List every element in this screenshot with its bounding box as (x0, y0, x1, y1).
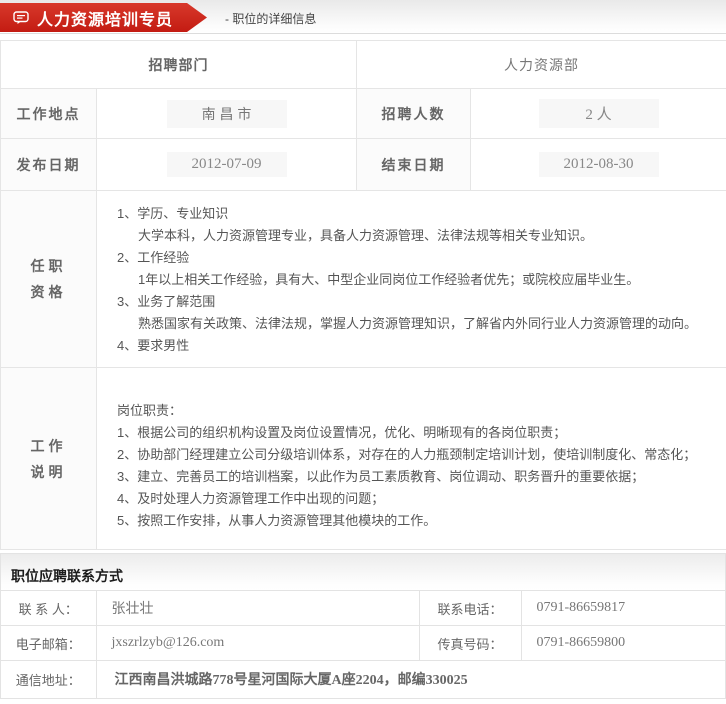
contact-phone-value: 0791-86659817 (521, 591, 725, 626)
description-line: 岗位职责： (117, 400, 716, 422)
speech-bubble-icon (13, 11, 29, 25)
table-row-department: 招聘部门 人力资源部 (1, 41, 726, 89)
contact-section: 职位应聘联系方式 联 系 人： 张壮壮 联系电话： 0791-86659817 … (0, 553, 726, 699)
contact-table: 联 系 人： 张壮壮 联系电话： 0791-86659817 电子邮箱： jxs… (1, 590, 725, 698)
qualifications-content: 1、学历、专业知识 大学本科，人力资源管理专业，具备人力资源管理、法律法规等相关… (97, 191, 726, 368)
qualification-line: 1、学历、专业知识 (117, 203, 716, 225)
location-label: 工作地点 (1, 89, 97, 139)
table-row-qualifications: 任职资格 1、学历、专业知识 大学本科，人力资源管理专业，具备人力资源管理、法律… (1, 191, 726, 368)
headcount-value: 2 人 (471, 89, 726, 139)
description-line: 1、根据公司的组织机构设置及岗位设置情况，优化、明晰现有的各岗位职责； (117, 422, 716, 444)
description-line: 4、及时处理人力资源管理工作中出现的问题； (117, 488, 716, 510)
contact-email-value: jxszrlzyb@126.com (96, 626, 419, 661)
job-title-banner: 人力资源培训专员 (0, 3, 207, 32)
table-row-description: 工作说明 岗位职责： 1、根据公司的组织机构设置及岗位设置情况，优化、明晰现有的… (1, 368, 726, 550)
contact-address-value: 江西南昌洪城路778号星河国际大厦A座2204，邮编330025 (96, 661, 725, 698)
contact-row-email-fax: 电子邮箱： jxszrlzyb@126.com 传真号码： 0791-86659… (1, 626, 725, 661)
qualification-line: 熟悉国家有关政策、法律法规，掌握人力资源管理知识，了解省内外同行业人力资源管理的… (138, 313, 716, 335)
table-row-dates: 发布日期 2012-07-09 结束日期 2012-08-30 (1, 139, 726, 191)
description-line: 2、协助部门经理建立公司分级培训体系，对存在的人力瓶颈制定培训计划，使培训制度化… (117, 444, 716, 466)
publish-date-value: 2012-07-09 (97, 139, 357, 191)
contact-email-label: 电子邮箱： (1, 626, 96, 661)
contact-fax-value: 0791-86659800 (521, 626, 725, 661)
description-label: 工作说明 (1, 368, 97, 550)
contact-phone-label: 联系电话： (419, 591, 521, 626)
qualification-line: 大学本科，人力资源管理专业，具备人力资源管理、法律法规等相关专业知识。 (138, 225, 716, 247)
description-content: 岗位职责： 1、根据公司的组织机构设置及岗位设置情况，优化、明晰现有的各岗位职责… (97, 368, 726, 550)
description-line: 5、按照工作安排，从事人力资源管理其他模块的工作。 (117, 510, 716, 532)
qualifications-label: 任职资格 (1, 191, 97, 368)
contact-address-label: 通信地址： (1, 661, 96, 698)
job-detail-page: 人力资源培训专员 - 职位的详细信息 招聘部门 人力资源部 工作地点 南 昌 市… (0, 0, 726, 704)
page-title: 人力资源培训专员 (37, 6, 173, 30)
contact-section-title: 职位应聘联系方式 (1, 554, 725, 590)
qualification-line: 1年以上相关工作经验，具有大、中型企业同岗位工作经验者优先；或院校应届毕业生。 (138, 269, 716, 291)
contact-person-value: 张壮壮 (96, 591, 419, 626)
location-value: 南 昌 市 (97, 89, 357, 139)
qualification-line: 3、业务了解范围 (117, 291, 716, 313)
job-info-table: 招聘部门 人力资源部 工作地点 南 昌 市 招聘人数 2 人 发布日期 2012… (0, 40, 726, 550)
department-value: 人力资源部 (357, 41, 726, 89)
contact-person-label: 联 系 人： (1, 591, 96, 626)
headcount-label: 招聘人数 (357, 89, 471, 139)
publish-date-label: 发布日期 (1, 139, 97, 191)
deadline-value: 2012-08-30 (471, 139, 726, 191)
table-row-location-headcount: 工作地点 南 昌 市 招聘人数 2 人 (1, 89, 726, 139)
qualification-line: 2、工作经验 (117, 247, 716, 269)
department-label: 招聘部门 (1, 41, 357, 89)
description-line: 3、建立、完善员工的培训档案，以此作为员工素质教育、岗位调动、职务晋升的重要依据… (117, 466, 716, 488)
page-subtitle: - 职位的详细信息 (225, 10, 316, 27)
qualification-line: 4、要求男性 (117, 335, 716, 357)
contact-row-person-phone: 联 系 人： 张壮壮 联系电话： 0791-86659817 (1, 591, 725, 626)
contact-row-address: 通信地址： 江西南昌洪城路778号星河国际大厦A座2204，邮编330025 (1, 661, 725, 698)
top-band: 人力资源培训专员 - 职位的详细信息 (0, 0, 726, 34)
contact-fax-label: 传真号码： (419, 626, 521, 661)
deadline-label: 结束日期 (357, 139, 471, 191)
